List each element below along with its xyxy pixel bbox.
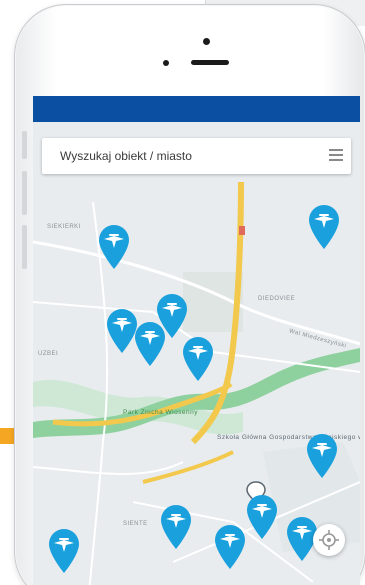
mute-switch <box>22 131 27 159</box>
aircraft-pin-icon[interactable] <box>307 204 341 250</box>
search-bar[interactable]: Wyszukaj obiekt / miasto <box>42 138 351 174</box>
volume-up-button <box>22 171 27 215</box>
volume-down-button <box>22 225 27 269</box>
map-district-label: SIENTE <box>123 521 148 527</box>
aircraft-pin-icon[interactable] <box>245 494 279 540</box>
park-label: Park Znicha Wiosenny <box>123 409 199 416</box>
front-camera-icon <box>163 60 169 66</box>
road-marker <box>239 226 245 235</box>
search-input[interactable]: Wyszukaj obiekt / miasto <box>60 149 192 163</box>
phone-screen: SIEKIERKI DIEDOVIEE UZBEI SIENTE Wal Mie… <box>33 96 360 585</box>
crosshair-locate-icon <box>319 530 339 550</box>
aircraft-pin-icon[interactable] <box>133 321 167 367</box>
aircraft-pin-icon[interactable] <box>47 528 81 574</box>
map-district-label: SIEKIERKI <box>47 224 81 230</box>
aircraft-pin-icon[interactable] <box>97 224 131 270</box>
aircraft-pin-icon[interactable] <box>305 433 339 479</box>
hamburger-menu-icon[interactable] <box>329 149 343 161</box>
aircraft-pin-icon[interactable] <box>213 524 247 570</box>
locate-me-button[interactable] <box>313 524 345 556</box>
poi-label: Szkoła Główna Gospodarstwa Wiejskiego w … <box>217 434 360 441</box>
front-sensor-icon <box>203 38 210 45</box>
map-district-label: UZBEI <box>38 351 59 357</box>
map-district-label: DIEDOVIEE <box>258 296 296 302</box>
earpiece-speaker <box>191 60 229 65</box>
aircraft-pin-icon[interactable] <box>159 504 193 550</box>
status-bar <box>33 96 360 122</box>
aircraft-pin-icon[interactable] <box>181 336 215 382</box>
